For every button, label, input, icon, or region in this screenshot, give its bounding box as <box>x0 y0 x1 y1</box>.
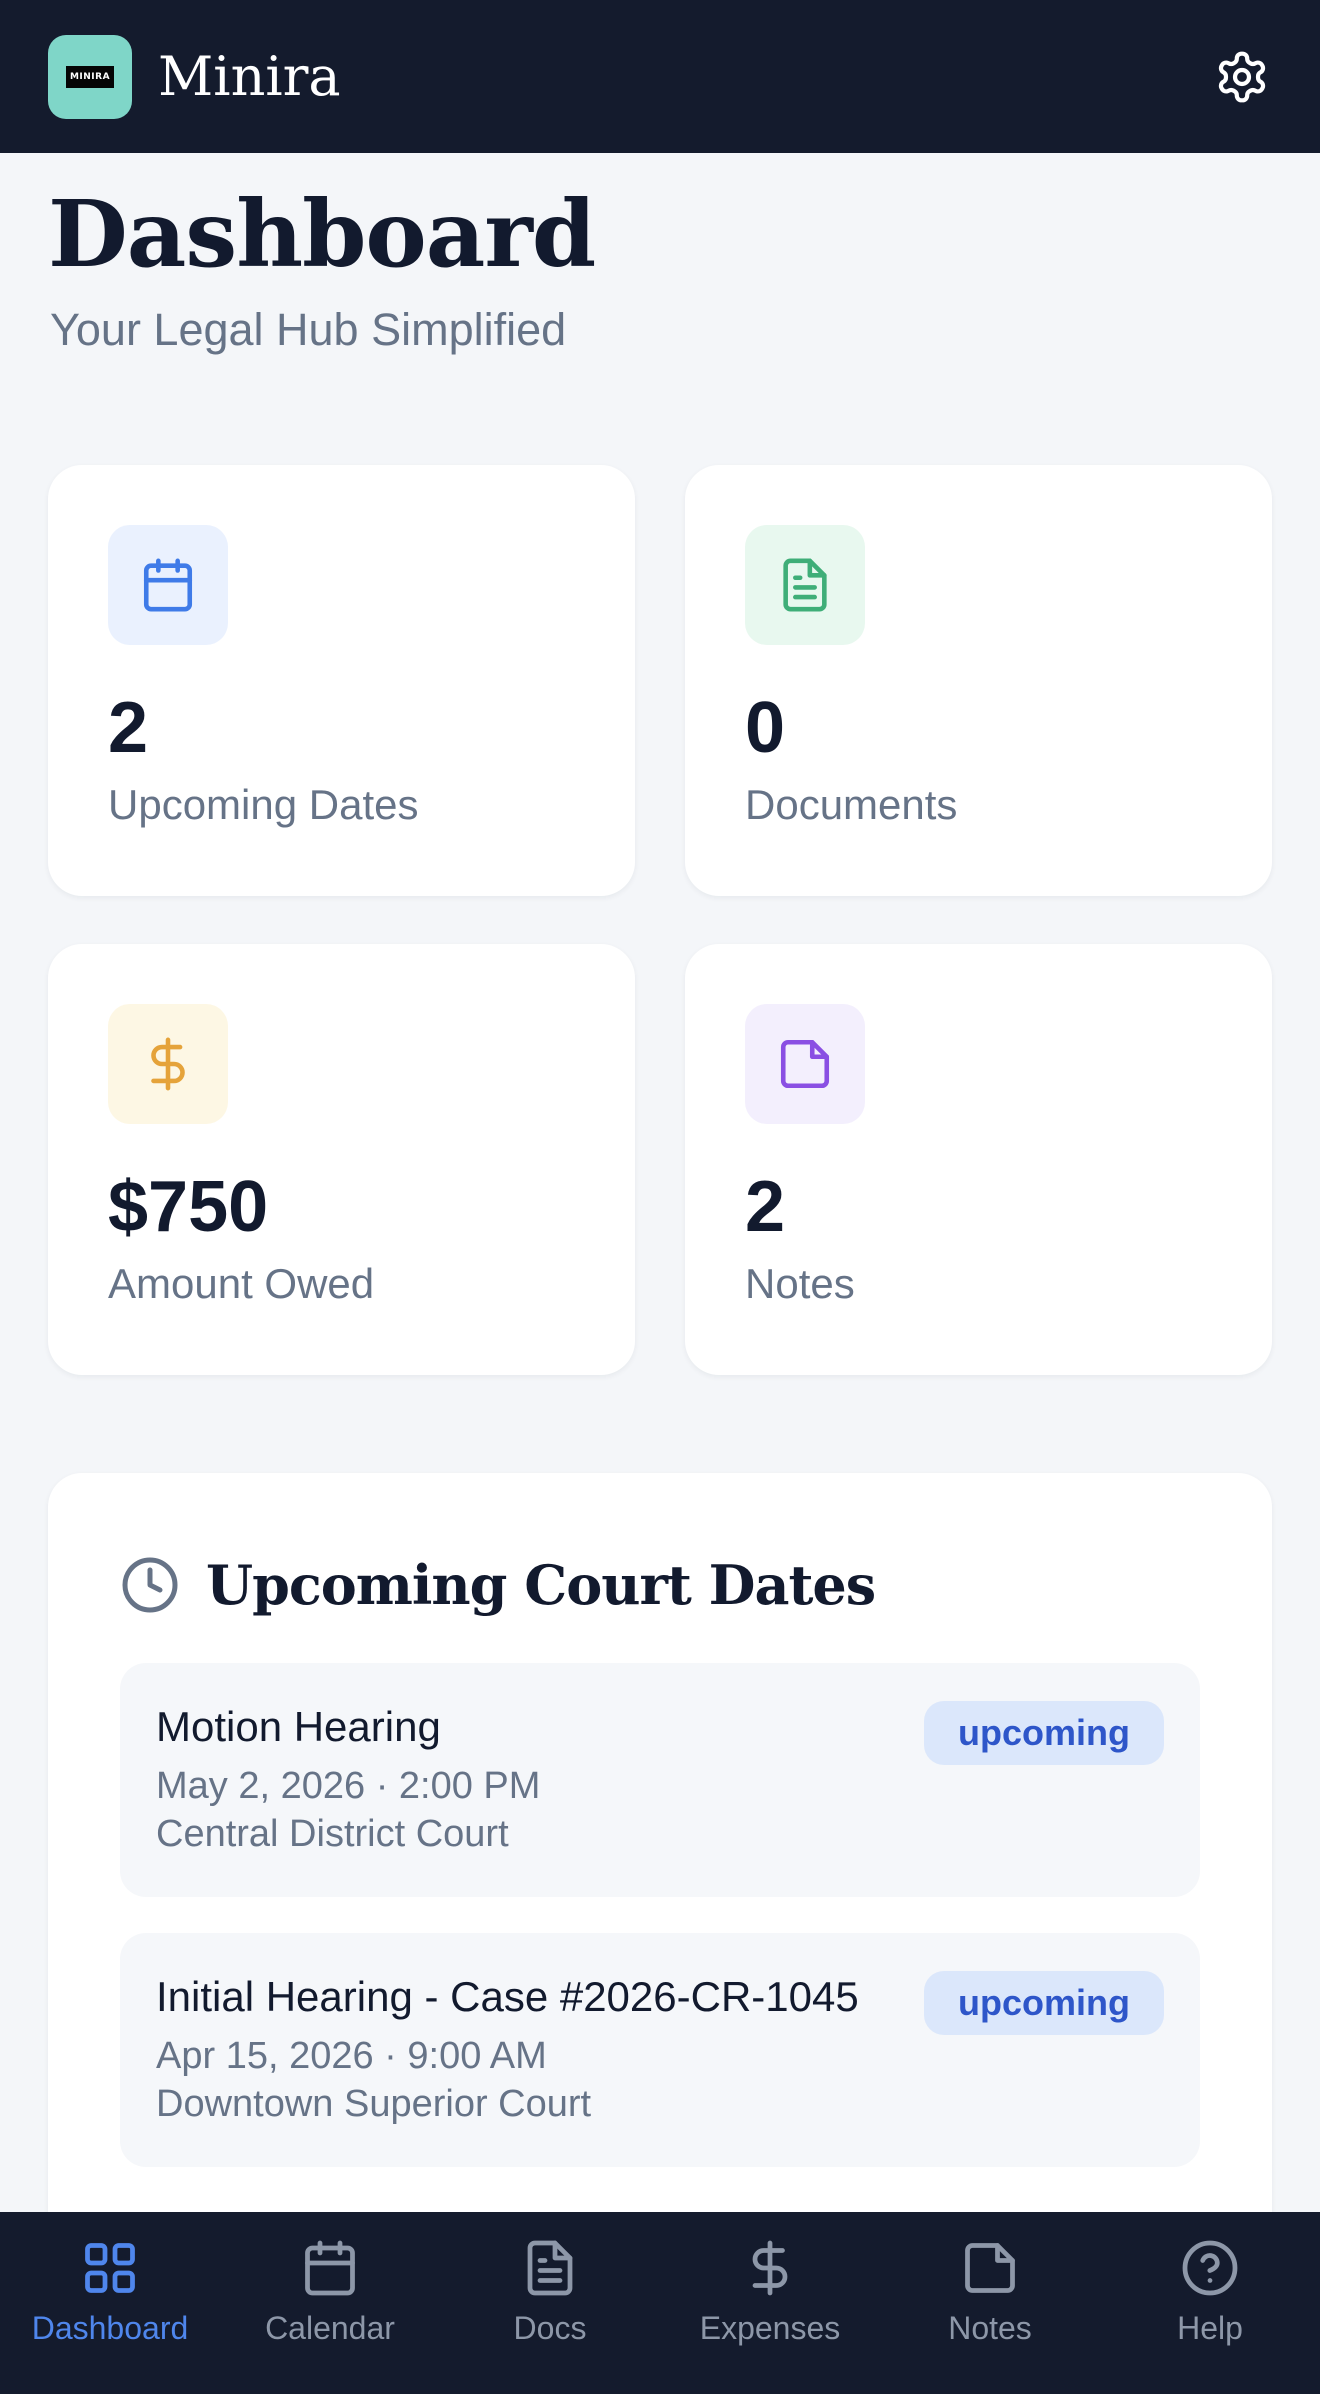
stat-label: Documents <box>745 781 958 828</box>
nav-label: Dashboard <box>31 2310 189 2346</box>
court-dates-header: Upcoming Court Dates <box>120 1553 876 1617</box>
nav-label: Expenses <box>699 2310 841 2346</box>
court-date-datetime: May 2, 2026 · 2:00 PM <box>156 1765 541 1807</box>
nav-label: Calendar <box>265 2310 395 2346</box>
gear-icon <box>1218 51 1266 102</box>
nav-label: Help <box>1177 2310 1243 2346</box>
page-title: Dashboard <box>48 180 596 288</box>
app-logo: MINIRA <box>48 34 132 119</box>
nav-label: Notes <box>948 2310 1032 2346</box>
court-dates-panel: Upcoming Court Dates Motion Hearing May … <box>48 1473 1272 2273</box>
calendar-icon <box>143 558 193 612</box>
stat-icon-box <box>108 525 228 645</box>
settings-button[interactable] <box>1212 47 1272 107</box>
logo-wordmark: MINIRA <box>66 65 114 88</box>
bottom-nav: Dashboard Calendar Docs Expenses Notes H… <box>0 2212 1320 2394</box>
nav-item-dashboard[interactable]: Dashboard <box>5 2238 215 2347</box>
stat-value: 2 <box>745 1167 786 1247</box>
dollar-icon <box>151 1037 185 1091</box>
court-date-item[interactable]: Initial Hearing - Case #2026-CR-1045 Apr… <box>120 1933 1200 2167</box>
court-date-datetime: Apr 15, 2026 · 9:00 AM <box>156 2035 547 2077</box>
nav-label: Docs <box>513 2310 587 2346</box>
stat-icon-box <box>745 525 865 645</box>
stat-label: Notes <box>745 1260 855 1307</box>
stat-card-amount-owed[interactable]: $750 Amount Owed <box>48 944 635 1375</box>
court-dates-title: Upcoming Court Dates <box>206 1553 876 1617</box>
top-bar: MINIRA Minira <box>0 0 1320 153</box>
clock-icon <box>122 1557 178 1613</box>
dollar-icon <box>752 2240 788 2296</box>
court-date-title: Motion Hearing <box>156 1703 441 1750</box>
nav-item-help[interactable]: Help <box>1105 2238 1315 2347</box>
stat-card-documents[interactable]: 0 Documents <box>685 465 1272 896</box>
stat-value: 2 <box>108 688 149 768</box>
nav-item-docs[interactable]: Docs <box>445 2238 655 2347</box>
court-date-location: Downtown Superior Court <box>156 2083 592 2125</box>
note-icon <box>965 2243 1015 2293</box>
nav-item-calendar[interactable]: Calendar <box>225 2238 435 2347</box>
court-date-item[interactable]: Motion Hearing May 2, 2026 · 2:00 PM Cen… <box>120 1663 1200 1897</box>
calendar-icon <box>305 2240 355 2296</box>
status-badge: upcoming <box>924 1701 1164 1765</box>
grid-icon <box>85 2243 135 2293</box>
document-icon <box>783 558 827 612</box>
stat-card-upcoming-dates[interactable]: 2 Upcoming Dates <box>48 465 635 896</box>
brand[interactable]: MINIRA Minira <box>48 34 341 119</box>
stat-icon-box <box>745 1004 865 1124</box>
stats-grid: 2 Upcoming Dates 0 Documents $750 Amount… <box>48 465 1272 1375</box>
note-icon <box>780 1039 830 1089</box>
help-icon <box>1182 2240 1238 2296</box>
document-icon <box>527 2240 573 2296</box>
stat-value: $750 <box>108 1167 269 1247</box>
court-date-location: Central District Court <box>156 1813 509 1855</box>
court-date-title: Initial Hearing - Case #2026-CR-1045 <box>156 1973 859 2020</box>
nav-item-expenses[interactable]: Expenses <box>665 2238 875 2347</box>
nav-item-notes[interactable]: Notes <box>885 2238 1095 2347</box>
stat-icon-box <box>108 1004 228 1124</box>
stat-card-notes[interactable]: 2 Notes <box>685 944 1272 1375</box>
stat-value: 0 <box>745 688 786 768</box>
stat-label: Upcoming Dates <box>108 781 419 828</box>
stat-label: Amount Owed <box>108 1260 375 1307</box>
app-name: Minira <box>158 45 341 108</box>
status-badge: upcoming <box>924 1971 1164 2035</box>
page-subtitle: Your Legal Hub Simplified <box>50 304 567 355</box>
